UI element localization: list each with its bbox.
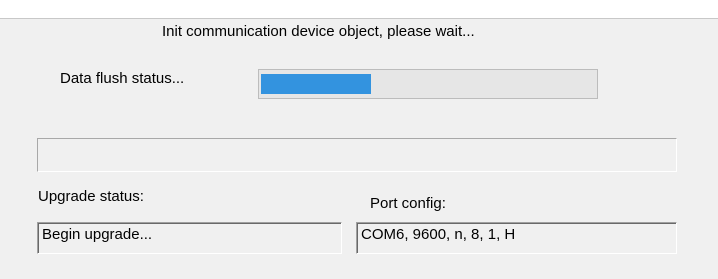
data-flush-progress-fill <box>261 74 371 94</box>
port-config-field: COM6, 9600, n, 8, 1, H <box>356 222 677 254</box>
upgrade-status-value: Begin upgrade... <box>42 226 153 243</box>
upgrade-status-field: Begin upgrade... <box>37 222 342 254</box>
status-message-field <box>37 138 677 172</box>
data-flush-progress-bar <box>258 69 598 99</box>
data-flush-label: Data flush status... <box>60 70 185 87</box>
port-config-label: Port config: <box>370 195 446 212</box>
upgrade-dialog-panel: Init communication device object, please… <box>0 18 718 279</box>
upgrade-status-label: Upgrade status: <box>38 188 144 205</box>
init-message: Init communication device object, please… <box>162 23 475 40</box>
port-config-value: COM6, 9600, n, 8, 1, H <box>361 226 516 243</box>
